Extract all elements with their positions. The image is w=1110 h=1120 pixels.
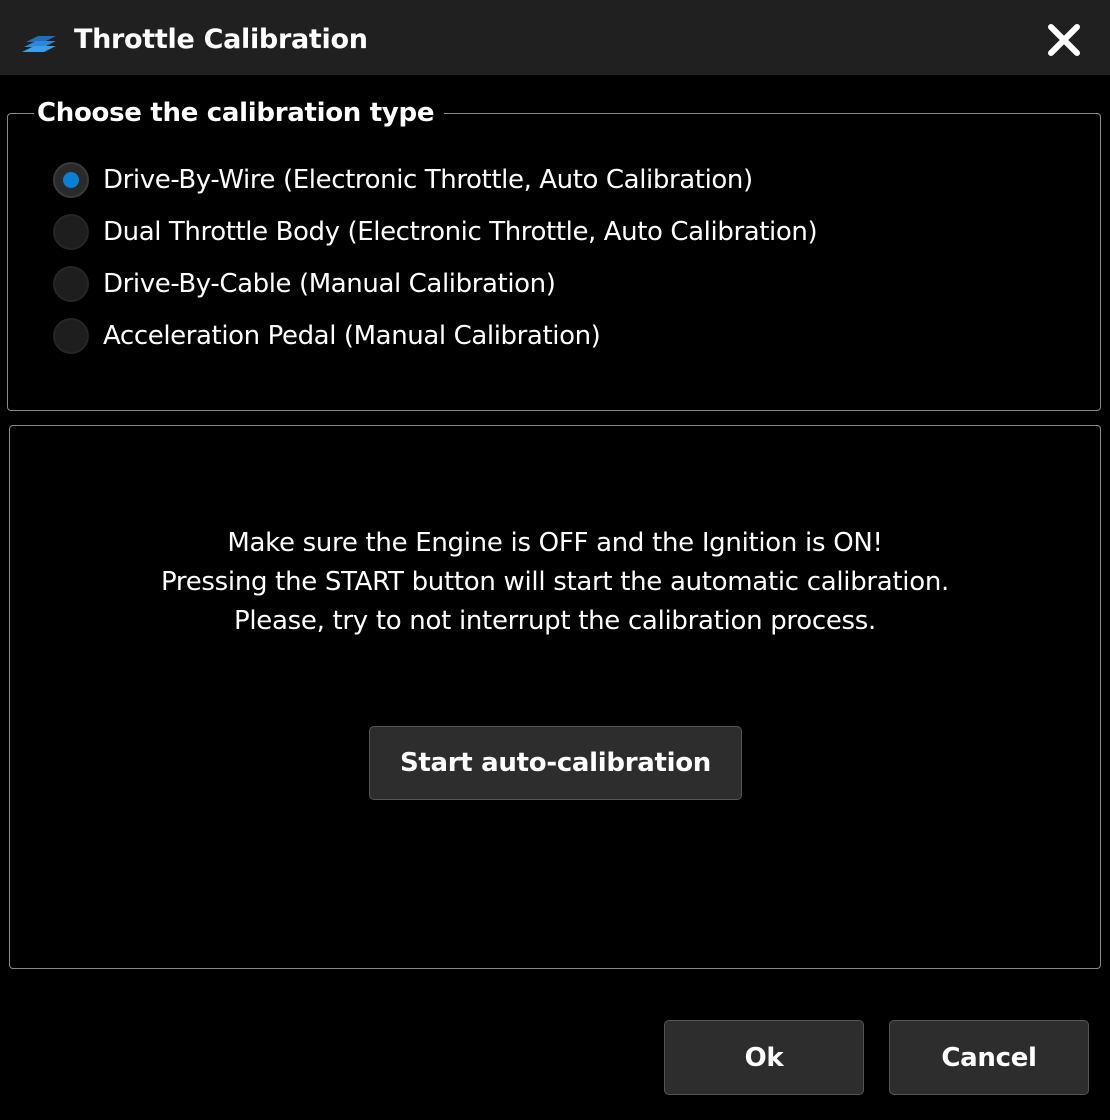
radio-button-checked[interactable] [53,162,89,198]
instruction-line: Please, try to not interrupt the calibra… [234,606,876,636]
radio-option-drive-by-cable[interactable]: Drive-By-Cable (Manual Calibration) [53,263,556,305]
window-title: Throttle Calibration [74,24,368,55]
radio-label: Acceleration Pedal (Manual Calibration) [103,321,601,351]
radio-button[interactable] [53,214,89,250]
radio-label: Drive-By-Cable (Manual Calibration) [103,269,556,299]
close-icon[interactable] [1042,20,1086,60]
radio-button[interactable] [53,318,89,354]
title-bar[interactable]: Throttle Calibration [0,0,1110,75]
radio-button[interactable] [53,266,89,302]
ok-button[interactable]: Ok [664,1020,864,1095]
calibration-type-group: Choose the calibration type Drive-By-Wir… [7,95,1101,411]
radio-option-drive-by-wire[interactable]: Drive-By-Wire (Electronic Throttle, Auto… [53,159,753,201]
radio-option-acceleration-pedal[interactable]: Acceleration Pedal (Manual Calibration) [53,315,601,357]
cancel-button[interactable]: Cancel [889,1020,1089,1095]
radio-option-dual-throttle-body[interactable]: Dual Throttle Body (Electronic Throttle,… [53,211,818,253]
radio-label: Dual Throttle Body (Electronic Throttle,… [103,217,818,247]
instructions-text: Make sure the Engine is OFF and the Igni… [10,524,1100,641]
app-logo-icon [22,36,56,52]
group-legend: Choose the calibration type [34,95,445,131]
radio-label: Drive-By-Wire (Electronic Throttle, Auto… [103,165,753,195]
start-auto-calibration-button[interactable]: Start auto-calibration [369,726,742,800]
throttle-calibration-dialog: Throttle Calibration Choose the calibrat… [0,0,1110,1120]
calibration-panel: Make sure the Engine is OFF and the Igni… [9,425,1101,969]
instruction-line: Pressing the START button will start the… [160,567,949,597]
instruction-line: Make sure the Engine is OFF and the Igni… [227,528,883,558]
